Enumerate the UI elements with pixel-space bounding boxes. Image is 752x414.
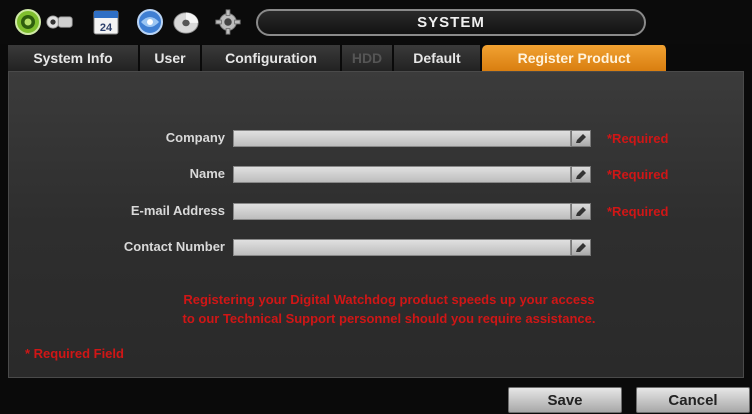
name-label: Name (189, 166, 225, 181)
email-required-label: *Required (607, 204, 669, 219)
top-menu-bar: 24 SYSTEM (0, 0, 752, 44)
gear-icon[interactable] (214, 8, 242, 36)
calendar-day-text: 24 (100, 22, 113, 34)
email-field[interactable] (233, 203, 571, 220)
edit-icon[interactable] (571, 203, 591, 220)
notice-line-1: Registering your Digital Watchdog produc… (183, 292, 595, 307)
page-title: SYSTEM (256, 9, 646, 36)
edit-icon[interactable] (571, 166, 591, 183)
company-field[interactable] (233, 130, 571, 147)
contact-number-row: Contact Number (9, 237, 745, 259)
gear-icon[interactable] (14, 8, 42, 36)
notice-line-2: to our Technical Support personnel shoul… (182, 311, 596, 326)
name-field[interactable] (233, 166, 571, 183)
tab-hdd: HDD (342, 45, 394, 71)
register-product-panel: Company *Required Name *Required E-mail … (8, 71, 744, 378)
tab-default[interactable]: Default (394, 45, 482, 71)
tab-strip-spacer (668, 45, 744, 71)
edit-icon[interactable] (571, 130, 591, 147)
company-row: Company *Required (9, 128, 745, 150)
email-row: E-mail Address *Required (9, 201, 745, 223)
name-row: Name *Required (9, 164, 745, 186)
calendar-icon[interactable]: 24 (92, 8, 120, 36)
required-field-note: * Required Field (25, 346, 124, 361)
company-required-label: *Required (607, 131, 669, 146)
tab-user[interactable]: User (140, 45, 202, 71)
camera-icon[interactable] (46, 8, 74, 36)
cancel-button[interactable]: Cancel (636, 387, 750, 413)
email-label: E-mail Address (130, 203, 225, 218)
tab-configuration[interactable]: Configuration (202, 45, 342, 71)
disc-icon[interactable] (172, 8, 200, 36)
registration-notice: Registering your Digital Watchdog produc… (69, 290, 709, 328)
save-button[interactable]: Save (508, 387, 622, 413)
tab-register-product[interactable]: Register Product (482, 45, 668, 71)
tab-system-info[interactable]: System Info (8, 45, 140, 71)
company-label: Company (165, 130, 225, 145)
contact-number-field[interactable] (233, 239, 571, 256)
tab-strip: System Info User Configuration HDD Defau… (8, 45, 744, 71)
network-icon[interactable] (136, 8, 164, 36)
edit-icon[interactable] (571, 239, 591, 256)
system-window: 24 SYSTEM System Info User Configuration… (0, 0, 752, 414)
name-required-label: *Required (607, 167, 669, 182)
contact-number-label: Contact Number (123, 239, 225, 254)
